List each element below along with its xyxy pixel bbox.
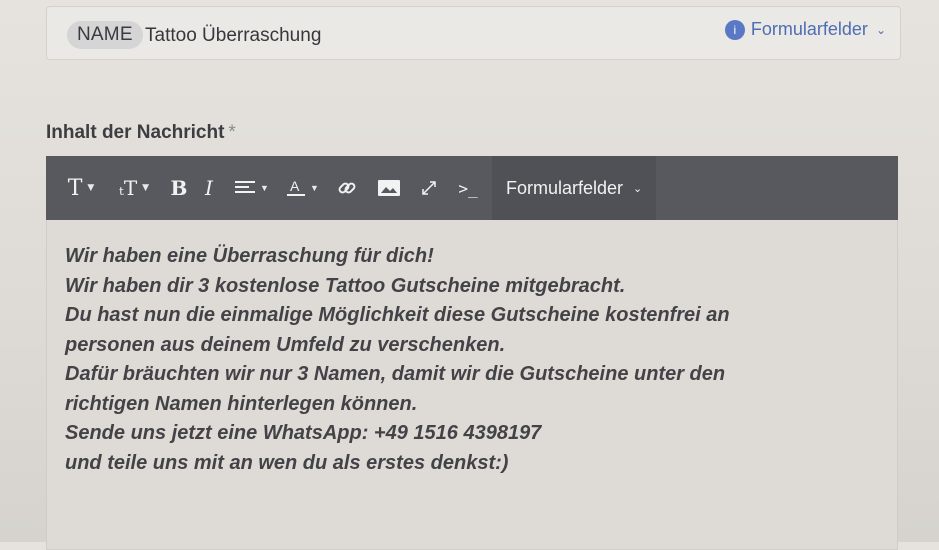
message-editor[interactable]: Wir haben eine Überraschung für dich! Wi… bbox=[46, 220, 898, 550]
align-icon bbox=[235, 181, 256, 193]
toolbar-form-fields-dropdown[interactable]: Formularfelder ⌄ bbox=[492, 156, 657, 220]
italic-button[interactable]: I bbox=[194, 156, 224, 220]
editor-line: und teile uns mit an wen du als erstes d… bbox=[65, 451, 509, 474]
info-icon: i bbox=[724, 19, 745, 40]
caret-down-icon: ▼ bbox=[142, 183, 150, 193]
editor-toolbar: T ▼ ₜT ▼ B I ▼ A ▼ >_ Formularfelder ⌄ bbox=[46, 156, 898, 220]
font-size-icon: ₜT bbox=[118, 176, 138, 200]
name-value[interactable]: Tattoo Überraschung bbox=[145, 25, 321, 47]
editor-line: richtigen Namen hinterlegen können. bbox=[65, 392, 418, 415]
bold-icon: B bbox=[170, 176, 188, 200]
link-button[interactable] bbox=[326, 156, 368, 220]
code-view-icon: >_ bbox=[458, 178, 478, 198]
message-content-label: Inhalt der Nachricht * bbox=[46, 122, 236, 144]
required-marker: * bbox=[228, 122, 236, 143]
bold-button[interactable]: B bbox=[164, 156, 194, 220]
chevron-down-icon: ⌄ bbox=[875, 22, 886, 37]
name-tag: NAME bbox=[67, 21, 143, 49]
font-size-button[interactable]: ₜT ▼ bbox=[104, 156, 164, 220]
align-button[interactable]: ▼ bbox=[224, 156, 280, 220]
editor-line: Du hast nun die einmalige Möglichkeit di… bbox=[65, 304, 730, 326]
image-icon bbox=[378, 180, 400, 196]
code-view-button[interactable]: >_ bbox=[448, 156, 488, 220]
caret-down-icon: ▼ bbox=[260, 183, 269, 193]
caret-down-icon: ▼ bbox=[87, 183, 95, 193]
chevron-down-icon: ⌄ bbox=[633, 182, 643, 195]
text-color-button[interactable]: A ▼ bbox=[280, 156, 326, 220]
editor-line: Dafür bräuchten wir nur 3 Namen, damit w… bbox=[65, 363, 726, 385]
expand-icon bbox=[422, 181, 436, 195]
caret-down-icon: ▼ bbox=[310, 183, 319, 193]
font-family-icon: T bbox=[67, 175, 83, 201]
link-icon bbox=[338, 182, 356, 194]
name-field-row: NAME Tattoo Überraschung i Formularfelde… bbox=[46, 6, 901, 60]
form-fields-dropdown[interactable]: i Formularfelder ⌄ bbox=[724, 19, 886, 40]
editor-line: Wir haben dir 3 kostenlose Tattoo Gutsch… bbox=[65, 274, 626, 297]
editor-line: Sende uns jetzt eine WhatsApp: +49 1516 … bbox=[65, 422, 542, 444]
image-button[interactable] bbox=[368, 156, 410, 220]
editor-line: personen aus deinem Umfeld zu verschenke… bbox=[65, 333, 506, 356]
italic-icon: I bbox=[205, 176, 213, 200]
message-label-text: Inhalt der Nachricht bbox=[46, 122, 225, 143]
editor-line: Wir haben eine Überraschung für dich! bbox=[65, 245, 434, 267]
form-fields-label: Formularfelder bbox=[750, 19, 868, 39]
text-color-icon: A bbox=[287, 178, 306, 196]
toolbar-form-fields-label: Formularfelder bbox=[506, 177, 624, 198]
font-family-button[interactable]: T ▼ bbox=[58, 156, 104, 220]
svg-text:A: A bbox=[290, 178, 300, 194]
fullscreen-button[interactable] bbox=[410, 156, 448, 220]
